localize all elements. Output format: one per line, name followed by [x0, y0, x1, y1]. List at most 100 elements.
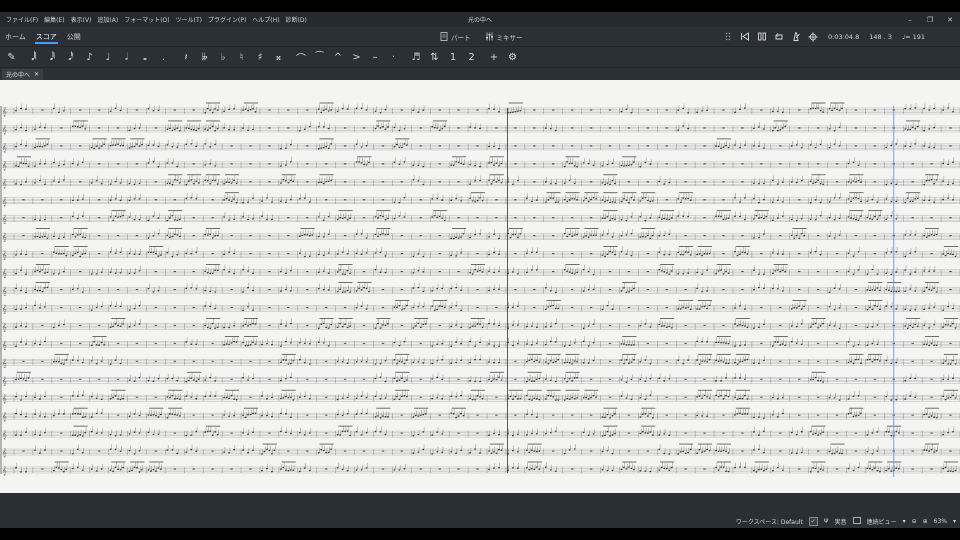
rest-button[interactable]: 𝄽	[178, 49, 195, 66]
settings-button[interactable]: ⚙	[504, 49, 521, 66]
notehead	[228, 251, 230, 253]
tab-publish[interactable]: 公開	[62, 27, 86, 46]
notehead	[387, 323, 389, 325]
score-view[interactable]: 𝄞 𝄞 𝄞 𝄞 𝄞 𝄞 𝄞 𝄞 𝄞 𝄞 𝄞 𝄞 𝄞 𝄞 𝄞 𝄞 𝄞 𝄞 𝄞 𝄞 𝄞	[0, 80, 960, 493]
notehead	[76, 217, 79, 220]
double-flat-button[interactable]: 𝄫	[196, 49, 213, 66]
flip-button[interactable]: ⇅	[426, 49, 443, 66]
dot-button[interactable]: .	[155, 49, 172, 66]
tuplet-button[interactable]: ♬	[408, 49, 425, 66]
staccato-button[interactable]: ·	[385, 49, 402, 66]
whole-rest	[760, 306, 763, 308]
tab-score[interactable]: スコア	[31, 27, 62, 46]
notehead	[739, 108, 741, 111]
pause-button[interactable]	[756, 31, 767, 42]
voice-2-button[interactable]: 2	[463, 49, 480, 66]
half-note-button[interactable]: 𝅗𝅥	[118, 49, 135, 66]
menu-item[interactable]: 編集(E)	[41, 15, 67, 24]
playback-settings-button[interactable]	[807, 31, 818, 42]
sharp-button[interactable]: ♯	[252, 49, 269, 66]
quarter-note-button[interactable]: ♩	[100, 49, 117, 66]
menu-item[interactable]: 追加(A)	[94, 15, 121, 24]
marcato-button[interactable]: ^	[330, 49, 347, 66]
notehead	[455, 197, 458, 200]
rewind-button[interactable]	[739, 31, 750, 42]
notehead	[133, 253, 136, 255]
notehead	[857, 269, 860, 271]
whole-rest	[230, 289, 233, 290]
notehead	[327, 110, 330, 112]
notehead	[703, 252, 706, 255]
whole-rest	[268, 360, 271, 362]
whole-rest	[60, 289, 63, 290]
notehead	[649, 237, 652, 240]
notehead	[630, 289, 633, 292]
score-canvas[interactable]: 𝄞𝄞𝄞𝄞𝄞𝄞𝄞𝄞𝄞𝄞𝄞𝄞𝄞𝄞𝄞𝄞𝄞𝄞𝄞𝄞𝄞	[0, 80, 960, 493]
eighth-note-button[interactable]: ♪	[81, 49, 98, 66]
minimize-button[interactable]: –	[900, 12, 920, 27]
close-button[interactable]: ✕	[940, 12, 960, 27]
metronome-button[interactable]	[790, 31, 801, 42]
close-icon[interactable]: ✕	[34, 71, 39, 78]
64th-note-button[interactable]: 𝅘𝅥𝅲	[26, 49, 43, 66]
notehead	[325, 146, 328, 148]
menu-item[interactable]: 表示(V)	[68, 15, 95, 24]
whole-note-button[interactable]: 𝅝	[137, 49, 154, 66]
notehead	[204, 233, 207, 236]
16th-note-button[interactable]: 𝅘𝅥𝅰	[63, 49, 80, 66]
double-sharp-button[interactable]: 𝄪	[270, 49, 287, 66]
maximize-button[interactable]: ❐	[920, 12, 940, 27]
mixer-button[interactable]: ミキサー	[485, 32, 523, 42]
menu-item[interactable]: プラグイン(P)	[205, 15, 249, 24]
notehead	[841, 107, 843, 110]
loop-button[interactable]	[773, 31, 784, 42]
notehead	[441, 359, 444, 361]
voice-1-button[interactable]: 1	[445, 49, 462, 66]
notehead	[317, 181, 320, 184]
notehead	[736, 254, 739, 257]
notehead	[549, 197, 552, 199]
parts-button[interactable]: パート	[440, 32, 471, 42]
whole-rest	[381, 342, 385, 344]
notehead	[554, 307, 557, 310]
notehead	[933, 344, 936, 347]
whole-rest	[949, 127, 952, 129]
flat-button[interactable]: ♭	[215, 49, 232, 66]
whole-rest	[854, 145, 858, 147]
menu-item[interactable]: ヘルプ(H)	[249, 15, 282, 24]
whole-rest	[419, 378, 422, 380]
notehead	[355, 233, 358, 235]
notehead	[403, 216, 406, 218]
notehead	[744, 197, 746, 199]
notehead	[933, 234, 936, 237]
notehead	[866, 309, 869, 311]
notehead	[609, 219, 611, 222]
tenuto-button[interactable]: –	[367, 49, 384, 66]
drag-handle-icon[interactable]	[722, 31, 733, 42]
notehead	[573, 165, 576, 167]
menu-item[interactable]: フォーマット(O)	[121, 15, 172, 24]
notehead	[25, 145, 27, 147]
slur-button[interactable]: ⁀	[311, 49, 328, 66]
menu-item[interactable]: ファイル(F)	[3, 15, 41, 24]
tab-home[interactable]: ホーム	[0, 27, 31, 46]
document-tab[interactable]: 光の中へ ✕	[2, 69, 44, 80]
menu-item[interactable]: ツール(T)	[173, 15, 205, 24]
tie-button[interactable]: ⌒	[293, 49, 310, 66]
accent-button[interactable]: >	[348, 49, 365, 66]
notehead	[549, 379, 552, 382]
notehead	[476, 323, 479, 325]
notehead	[734, 361, 736, 364]
whole-rest	[495, 127, 498, 129]
whole-rest	[684, 181, 687, 183]
notehead	[576, 199, 579, 201]
32nd-note-button[interactable]: 𝅘𝅥𝅱	[44, 49, 61, 66]
pencil-icon[interactable]: ✎	[3, 49, 20, 66]
notehead	[62, 323, 65, 326]
natural-button[interactable]: ♮	[233, 49, 250, 66]
notehead	[852, 161, 855, 164]
notehead	[460, 162, 463, 165]
notehead	[441, 217, 444, 220]
menu-item[interactable]: 診断(D)	[283, 15, 310, 24]
add-button[interactable]: +	[486, 49, 503, 66]
